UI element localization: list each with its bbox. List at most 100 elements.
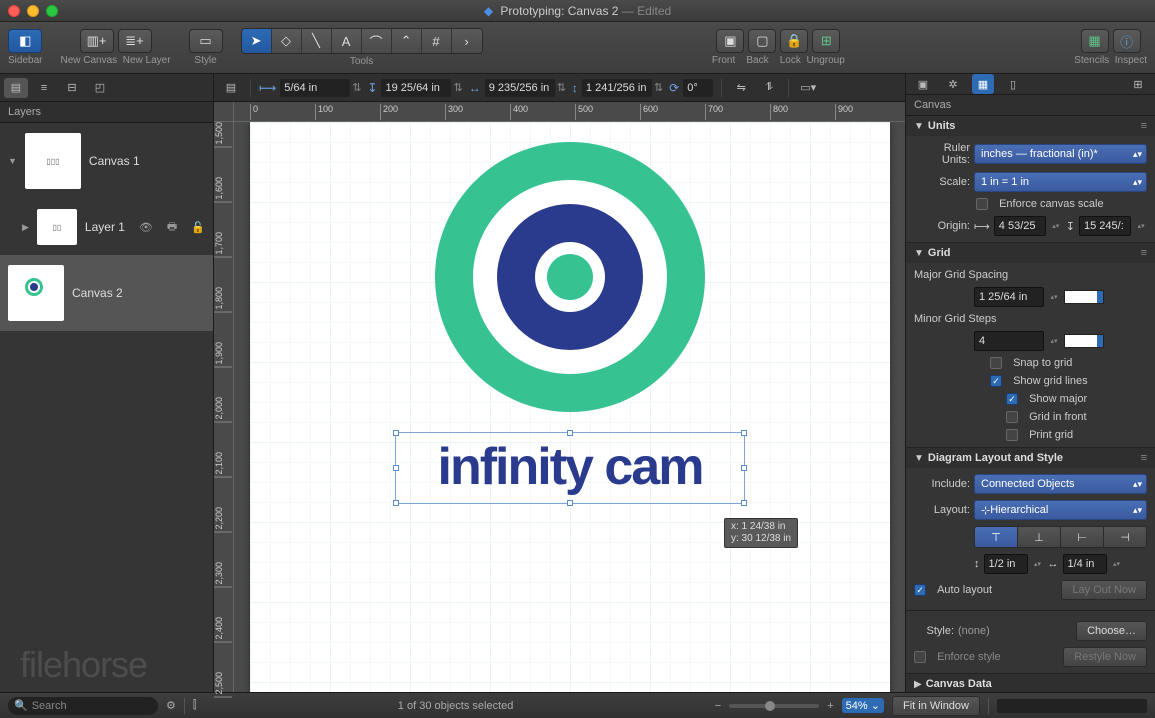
h-field[interactable]: 1 241/256 in: [582, 79, 652, 97]
major-grid-color[interactable]: [1064, 290, 1104, 304]
h-stepper[interactable]: ⇅: [654, 81, 663, 94]
selected-text-object[interactable]: infinity cam: [395, 432, 745, 504]
new-layer-button[interactable]: ≣+: [118, 29, 152, 53]
grid-front-checkbox[interactable]: [1006, 411, 1018, 423]
v-spacing-field[interactable]: 1/2 in: [984, 554, 1028, 574]
style-button[interactable]: ▭: [189, 29, 223, 53]
minor-grid-color[interactable]: [1064, 334, 1104, 348]
auto-layout-checkbox[interactable]: ✓: [914, 584, 926, 596]
search-field[interactable]: 🔍Search: [8, 697, 158, 715]
h-spacing-field[interactable]: 1/4 in: [1063, 554, 1107, 574]
zoom-select[interactable]: 54% ⌄: [842, 698, 884, 713]
menu-icon[interactable]: ≡: [1141, 247, 1147, 259]
direction-down[interactable]: ⊤: [975, 527, 1018, 547]
minimize-window-button[interactable]: [27, 5, 39, 17]
layer-item-layer1[interactable]: ▶ ▯▯ Layer 1 👁 🖶 🔓: [0, 199, 213, 255]
major-grid-field[interactable]: 1 25/64 in: [974, 287, 1044, 307]
bring-front-button[interactable]: ▣: [716, 29, 744, 53]
inspect-button[interactable]: ⓘ: [1113, 29, 1141, 53]
target-graphic[interactable]: [435, 142, 705, 412]
send-back-button[interactable]: ▢: [748, 29, 776, 53]
diagram-section-title[interactable]: Diagram Layout and Style: [928, 452, 1141, 464]
direction-left[interactable]: ⊣: [1104, 527, 1146, 547]
canvas-inspector-tab[interactable]: ▦: [972, 74, 994, 94]
document-tab[interactable]: ▯: [1002, 74, 1024, 94]
direction-right[interactable]: ⊢: [1061, 527, 1104, 547]
lay-out-now-button[interactable]: Lay Out Now: [1061, 580, 1147, 600]
shape-tool[interactable]: ◇: [272, 29, 302, 53]
canvas-page[interactable]: infinity cam: [250, 122, 890, 692]
origin-y-field[interactable]: 15 245/:: [1079, 216, 1131, 236]
restyle-now-button[interactable]: Restyle Now: [1063, 647, 1147, 667]
new-canvas-button[interactable]: ▥+: [80, 29, 114, 53]
zoom-out-button[interactable]: −: [715, 700, 721, 712]
ungroup-button[interactable]: ⊞: [812, 29, 840, 53]
lock-icon[interactable]: 🔓: [191, 221, 205, 234]
point-tool[interactable]: ⌃: [392, 29, 422, 53]
include-select[interactable]: Connected Objects▴▾: [974, 474, 1147, 494]
flip-h-icon[interactable]: ⇋: [728, 78, 754, 98]
line-tool[interactable]: ╲: [302, 29, 332, 53]
grid-tool[interactable]: #: [422, 29, 452, 53]
snap-checkbox[interactable]: [990, 357, 1002, 369]
units-section-title[interactable]: Units: [928, 120, 1141, 132]
enforce-style-checkbox[interactable]: [914, 651, 926, 663]
menu-icon[interactable]: ≡: [1141, 452, 1147, 464]
notes-field[interactable]: [997, 699, 1147, 713]
visibility-icon[interactable]: 👁: [139, 221, 153, 234]
selection-tool[interactable]: ➤: [242, 29, 272, 53]
disclosure-icon[interactable]: ▼: [8, 156, 17, 166]
properties-tab[interactable]: ✲: [942, 74, 964, 94]
layer-item-canvas2[interactable]: Canvas 2: [0, 255, 213, 331]
disclosure-icon[interactable]: ▶: [22, 222, 29, 233]
scale-select[interactable]: 1 in = 1 in▴▾: [974, 172, 1147, 192]
canvas-data-section-title[interactable]: Canvas Data: [926, 678, 1147, 690]
minor-grid-field[interactable]: 4: [974, 331, 1044, 351]
ruler-horizontal[interactable]: 0 100 200 300 400 500 600 700 800 900: [234, 102, 905, 122]
ruler-units-select[interactable]: inches — fractional (in)*▴▾: [974, 144, 1147, 164]
w-stepper[interactable]: ⇅: [557, 81, 566, 94]
origin-x-stepper[interactable]: ▴▾: [1050, 223, 1062, 230]
pages-icon[interactable]: ⫿: [193, 699, 197, 712]
direction-up[interactable]: ⊥: [1018, 527, 1061, 547]
zoom-slider[interactable]: [729, 704, 819, 708]
enforce-canvas-scale-checkbox[interactable]: [976, 198, 988, 210]
w-field[interactable]: 9 235/256 in: [485, 79, 555, 97]
pen-tool[interactable]: ⌒: [362, 29, 392, 53]
list-tab[interactable]: ≡: [32, 78, 56, 98]
object-inspector-tab[interactable]: ▣: [912, 74, 934, 94]
align-left-icon[interactable]: ▤: [218, 78, 244, 98]
close-window-button[interactable]: [8, 5, 20, 17]
y-stepper[interactable]: ⇅: [453, 81, 462, 94]
show-grid-checkbox[interactable]: ✓: [990, 375, 1002, 387]
origin-y-stepper[interactable]: ▴▾: [1135, 223, 1147, 230]
y-field[interactable]: 19 25/64 in: [381, 79, 451, 97]
layout-select[interactable]: ⊹ Hierarchical▴▾: [974, 500, 1147, 520]
fit-window-button[interactable]: Fit in Window: [892, 696, 980, 716]
show-major-checkbox[interactable]: ✓: [1006, 393, 1018, 405]
zoom-in-button[interactable]: +: [827, 700, 833, 712]
layer-item-canvas1[interactable]: ▼ ▯▯▯ Canvas 1: [0, 123, 213, 199]
distribute-icon[interactable]: ▭▾: [795, 78, 821, 98]
stencils-button[interactable]: ▦: [1081, 29, 1109, 53]
x-field[interactable]: 5/64 in: [280, 79, 350, 97]
ruler-vertical[interactable]: 1,500 1,600 1,700 1,800 1,900 2,000 2,10…: [214, 122, 234, 692]
rot-field[interactable]: 0°: [683, 79, 713, 97]
origin-x-field[interactable]: 4 53/25: [994, 216, 1046, 236]
sidebar-toggle-button[interactable]: ◧: [8, 29, 42, 53]
flip-v-icon[interactable]: ⥮: [756, 78, 782, 98]
print-grid-checkbox[interactable]: [1006, 429, 1018, 441]
choose-style-button[interactable]: Choose…: [1076, 621, 1147, 641]
text-tool[interactable]: A: [332, 29, 362, 53]
browse-tool[interactable]: ›: [452, 29, 482, 53]
grid-section-title[interactable]: Grid: [928, 247, 1141, 259]
gear-icon[interactable]: ⚙: [166, 699, 176, 712]
canvas-viewport[interactable]: infinity cam x: 1 24/38 iny: 30 1: [234, 122, 905, 692]
selection-tab[interactable]: ◰: [88, 78, 112, 98]
zoom-window-button[interactable]: [46, 5, 58, 17]
grid-view-icon[interactable]: ⊞: [1127, 74, 1149, 94]
lock-button[interactable]: 🔒: [780, 29, 808, 53]
menu-icon[interactable]: ≡: [1141, 120, 1147, 132]
outline-tab[interactable]: ⊟: [60, 78, 84, 98]
layers-tab[interactable]: ▤: [4, 78, 28, 98]
